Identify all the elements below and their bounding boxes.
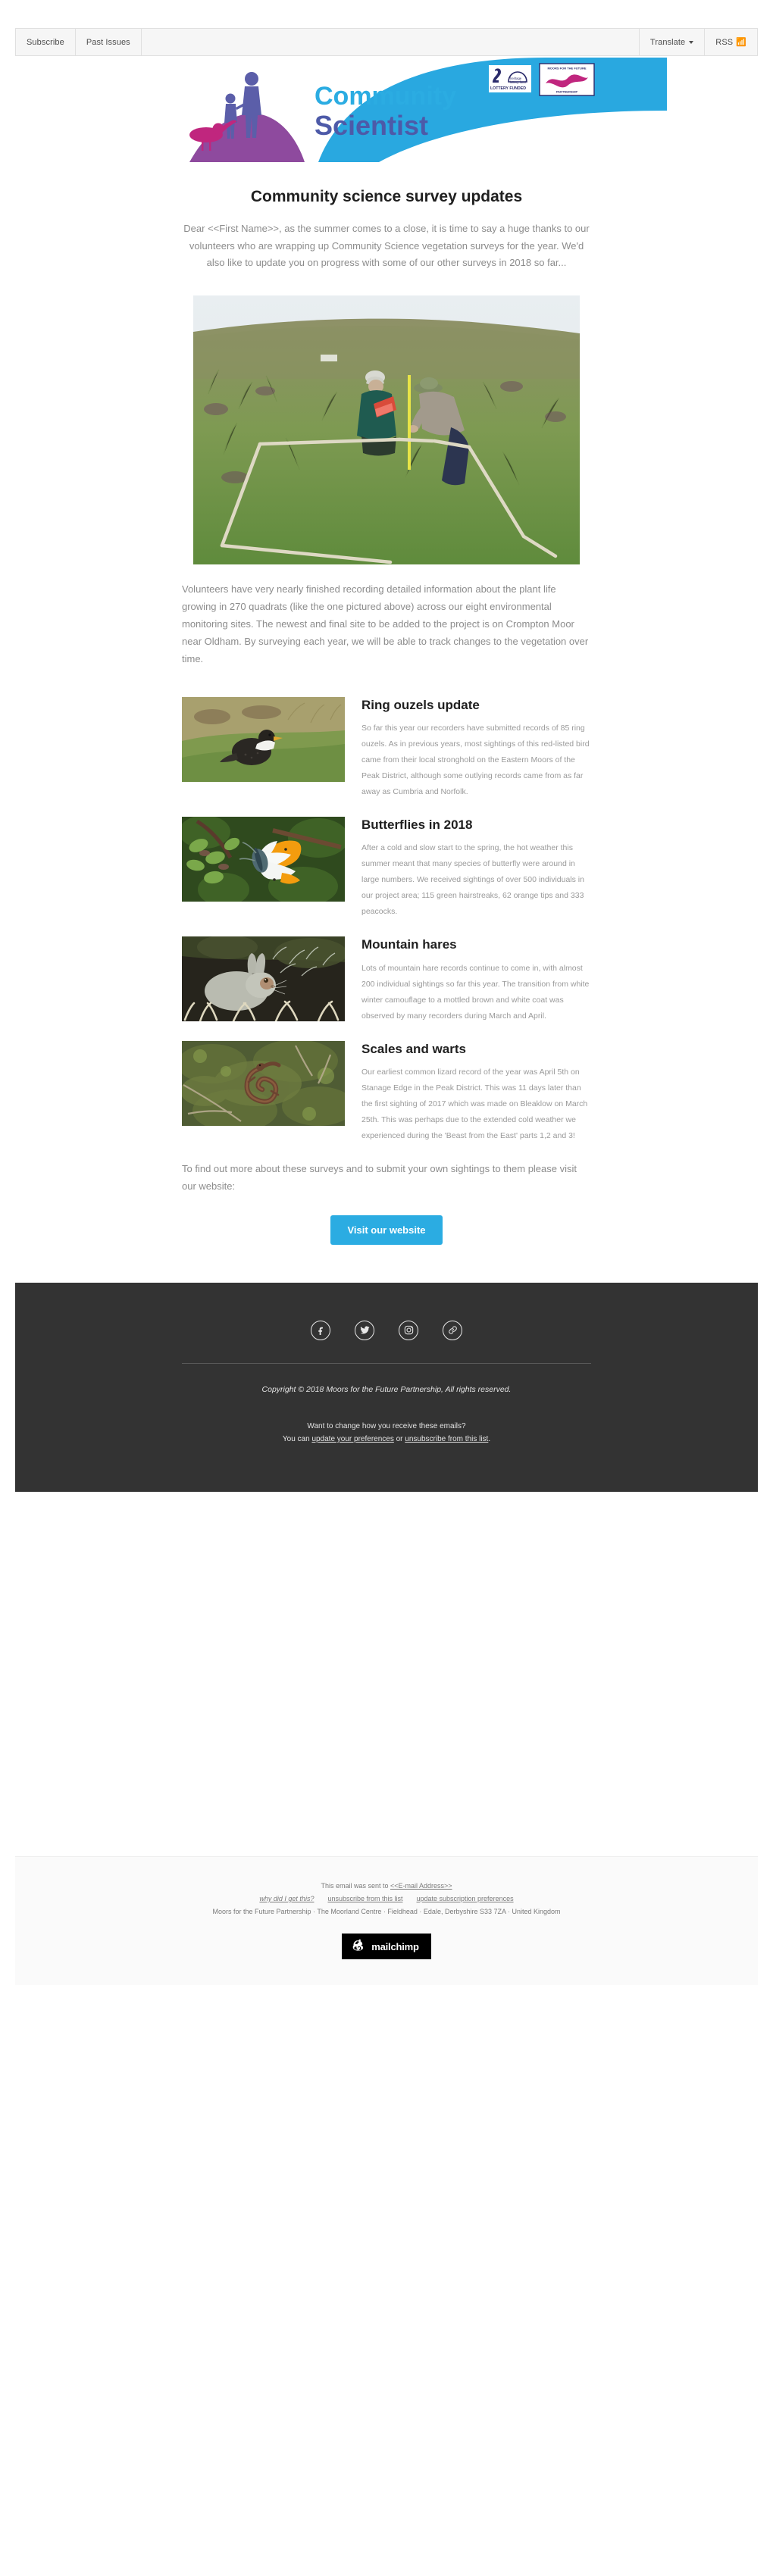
email-header-logo: Community Scientist heritage lottery fun… <box>15 56 758 162</box>
article-title: Mountain hares <box>361 937 457 952</box>
article-row: Ring ouzels update So far this year our … <box>182 696 591 800</box>
hero-image-quadrat-survey <box>193 295 580 565</box>
article-list: Ring ouzels update So far this year our … <box>182 696 591 1144</box>
svg-text:lottery fund: lottery fund <box>510 80 526 84</box>
mailchimp-badge[interactable]: mailchimp <box>342 1934 431 1960</box>
why-did-i-get-this-link[interactable]: why did I get this? <box>259 1895 314 1902</box>
svg-text:LOTTERY FUNDED: LOTTERY FUNDED <box>490 86 526 91</box>
rss-label: RSS <box>715 37 734 47</box>
article-body: Our earliest common lizard record of the… <box>361 1067 588 1140</box>
article-text: Mountain hares Lots of mountain hare rec… <box>345 936 591 1024</box>
mailchimp-footer: This email was sent to <<E-mail Address>… <box>15 1856 758 1986</box>
preferences-middle: or <box>393 1435 405 1443</box>
content-column: Community science survey updates Dear <<… <box>182 186 591 668</box>
link-icon[interactable] <box>443 1320 462 1340</box>
article-text: Butterflies in 2018 After a cold and slo… <box>345 817 591 920</box>
rss-link[interactable]: RSS 📶 <box>705 29 757 55</box>
cta-wrapper: Visit our website <box>182 1215 591 1275</box>
subscribe-link[interactable]: Subscribe <box>16 29 76 55</box>
translate-label: Translate <box>649 37 686 47</box>
past-issues-link[interactable]: Past Issues <box>76 29 142 55</box>
article-title: Scales and warts <box>361 1041 466 1056</box>
sent-to-prefix: This email was sent to <box>321 1882 390 1890</box>
unsubscribe-link[interactable]: unsubscribe from this list <box>405 1435 488 1443</box>
sent-to-line: This email was sent to <<E-mail Address>… <box>15 1880 758 1893</box>
article-thumbnail[interactable] <box>182 936 345 1024</box>
article-title: Butterflies in 2018 <box>361 818 473 832</box>
mailchimp-logo-icon <box>352 1939 364 1951</box>
svg-text:PARTNERSHIP: PARTNERSHIP <box>556 90 578 94</box>
article-row: Butterflies in 2018 After a cold and slo… <box>182 817 591 920</box>
article-text: Ring ouzels update So far this year our … <box>345 697 591 800</box>
svg-text:Scientist: Scientist <box>315 110 428 141</box>
preferences-block: Want to change how you receive these ema… <box>15 1420 758 1446</box>
footer-divider <box>182 1362 591 1364</box>
update-preferences-link[interactable]: update your preferences <box>311 1435 393 1443</box>
intro-paragraph: Dear <<First Name>>, as the summer comes… <box>183 223 590 269</box>
article-body: So far this year our recorders have subm… <box>361 724 590 796</box>
body-paragraph: Volunteers have very nearly finished rec… <box>182 583 589 664</box>
preferences-question: Want to change how you receive these ema… <box>307 1421 466 1430</box>
article-thumbnail[interactable] <box>182 696 345 800</box>
mountain-hare-image <box>182 936 345 1022</box>
orange-tip-butterfly-image <box>182 817 345 902</box>
email-content: Community science survey updates Dear <<… <box>15 186 758 1275</box>
article-thumbnail[interactable] <box>182 817 345 920</box>
ring-ouzel-image <box>182 696 345 782</box>
mailchimp-links: why did I get this? unsubscribe from this… <box>15 1893 758 1905</box>
article-title: Ring ouzels update <box>361 697 480 712</box>
hero-image-wrapper <box>193 295 580 565</box>
postal-address: Moors for the Future Partnership · The M… <box>212 1908 561 1916</box>
email-body: Community Scientist heritage lottery fun… <box>15 56 758 1492</box>
article-body: After a cold and slow start to the sprin… <box>361 843 584 917</box>
instagram-icon[interactable] <box>399 1320 418 1340</box>
social-links <box>15 1320 758 1340</box>
twitter-icon[interactable] <box>355 1320 374 1340</box>
mailchimp-badge-text: mailchimp <box>371 1940 419 1952</box>
svg-text:Community: Community <box>315 82 456 111</box>
mailchimp-awesomebar: Subscribe Past Issues Translate RSS 📶 <box>15 28 758 56</box>
rss-icon: 📶 <box>736 38 746 47</box>
outro-paragraph: To find out more about these surveys and… <box>182 1162 577 1192</box>
article-thumbnail[interactable] <box>182 1040 345 1144</box>
copyright-text: Copyright © 2018 Moors for the Future Pa… <box>261 1384 512 1394</box>
preferences-suffix: . <box>488 1435 491 1443</box>
article-body: Lots of mountain hare records continue t… <box>361 963 590 1021</box>
email-footer: Copyright © 2018 Moors for the Future Pa… <box>15 1282 758 1492</box>
update-subscription-link[interactable]: update subscription preferences <box>417 1895 514 1902</box>
translate-dropdown[interactable]: Translate <box>640 29 706 55</box>
unsubscribe-list-link[interactable]: unsubscribe from this list <box>327 1895 402 1902</box>
community-scientist-logo: Community Scientist heritage lottery fun… <box>189 58 667 162</box>
article-row: Scales and warts Our earliest common liz… <box>182 1040 591 1144</box>
svg-text:MOORS FOR THE FUTURE: MOORS FOR THE FUTURE <box>547 67 586 70</box>
preferences-prefix: You can <box>282 1435 312 1443</box>
awesomebar-spacer <box>142 29 640 55</box>
article-row: Mountain hares Lots of mountain hare rec… <box>182 936 591 1024</box>
chevron-down-icon <box>689 40 694 44</box>
article-text: Scales and warts Our earliest common liz… <box>345 1041 591 1144</box>
common-lizard-image <box>182 1040 345 1126</box>
visit-website-button[interactable]: Visit our website <box>330 1215 443 1245</box>
email-address-link[interactable]: <<E-mail Address>> <box>390 1882 452 1890</box>
page-title: Community science survey updates <box>250 188 523 205</box>
outro-column: To find out more about these surveys and… <box>182 1161 591 1275</box>
preferences-line: You can update your preferences or unsub… <box>15 1433 758 1446</box>
facebook-icon[interactable] <box>311 1320 330 1340</box>
